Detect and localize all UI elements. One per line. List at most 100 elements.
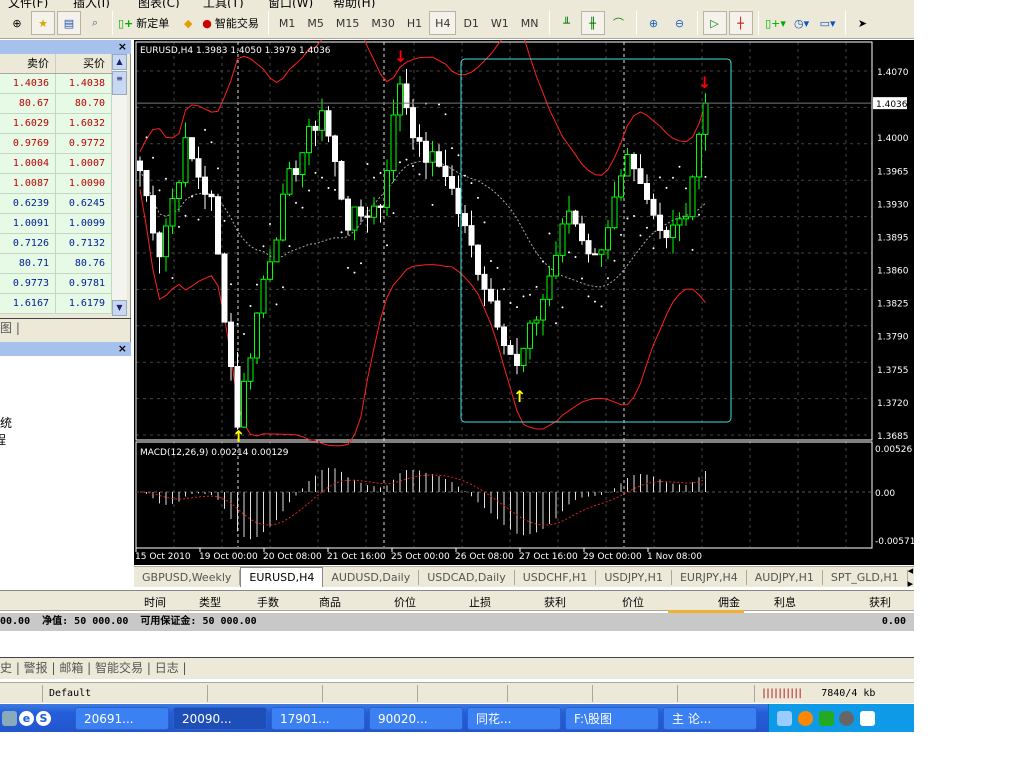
column-header[interactable]: 获利 — [544, 594, 566, 610]
menu-item[interactable]: 帮助(H) — [333, 0, 375, 8]
new-order-button[interactable]: ▯+ 新定单 — [118, 11, 169, 35]
scroll-thumb[interactable]: ≡ — [112, 71, 127, 95]
close-icon[interactable]: × — [118, 342, 127, 355]
taskbar-button[interactable]: 主 论... — [663, 706, 757, 730]
timeframe-m1[interactable]: M1 — [274, 11, 301, 35]
chart-tab[interactable]: AUDUSD,Daily — [323, 569, 420, 585]
quote-row[interactable]: 0.6239 0.6245 — [0, 194, 112, 214]
chart-tab[interactable]: SPT_GLD,H1 — [823, 569, 908, 585]
expert-advisors-button[interactable]: ● 智能交易 — [202, 11, 259, 35]
crosshair-icon[interactable]: ⊕ — [5, 11, 29, 35]
zoom-in-icon[interactable]: ⊕ — [642, 11, 666, 35]
navigator-item[interactable]: 程 — [0, 431, 6, 448]
market-watch-scrollbar[interactable]: ▲ ≡ ▼ — [112, 54, 127, 316]
quote-row[interactable]: 1.0091 1.0099 — [0, 214, 112, 234]
terminal-tabs[interactable]: 史 | 警报 | 邮箱 | 智能交易 | 日志 | — [0, 657, 914, 679]
timeframe-m15[interactable]: M15 — [331, 11, 365, 35]
app-tray-icon[interactable] — [860, 711, 876, 726]
s-browser-icon[interactable]: S — [36, 710, 51, 726]
quote-row[interactable]: 1.6029 1.6032 — [0, 114, 112, 134]
navigator-icon[interactable]: ⌕ — [83, 11, 107, 35]
quote-row[interactable]: 1.6167 1.6179 — [0, 294, 112, 314]
desktop-icon[interactable] — [2, 710, 17, 726]
chart-shift-icon[interactable]: ┼ — [728, 11, 753, 35]
column-header[interactable]: 获利 — [869, 594, 891, 610]
column-header[interactable]: 价位 — [394, 594, 416, 610]
taskbar-button[interactable]: 17901... — [271, 706, 365, 730]
taskbar-button[interactable]: 20691... — [75, 706, 169, 730]
favorites-folder-icon[interactable]: ★ — [31, 11, 55, 35]
timeframe-h1[interactable]: H1 — [402, 11, 427, 35]
column-header[interactable]: 手数 — [257, 594, 279, 610]
warning-icon[interactable]: ◆ — [176, 11, 200, 35]
quote-row[interactable]: 1.4036 1.4038 — [0, 74, 112, 94]
line-chart-icon[interactable]: ⌒ — [607, 11, 631, 35]
chart-tab[interactable]: EURUSD,H4 — [240, 567, 324, 587]
menu-item[interactable]: 插入(I) — [73, 0, 110, 8]
chart-tab[interactable]: AUDJPY,H1 — [747, 569, 823, 585]
column-bid[interactable]: 卖价 — [0, 54, 56, 73]
taskbar-button[interactable]: 20090... — [173, 706, 267, 730]
scroll-up-icon[interactable]: ▲ — [112, 54, 127, 70]
column-header[interactable]: 时间 — [144, 594, 166, 610]
network-icon[interactable] — [777, 711, 792, 726]
chart-tab[interactable]: GBPUSD,Weekly — [134, 569, 241, 585]
taskbar-button[interactable]: 同花... — [467, 706, 561, 730]
column-header[interactable]: 利息 — [774, 594, 796, 610]
zoom-out-icon[interactable]: ⊖ — [668, 11, 692, 35]
templates-icon[interactable]: ▭▾ — [816, 11, 840, 35]
column-header[interactable]: 商品 — [319, 594, 341, 610]
auto-scroll-icon[interactable]: ▷ — [702, 11, 727, 35]
quote-row[interactable]: 0.9769 0.9772 — [0, 134, 112, 154]
timeframe-m30[interactable]: M30 — [366, 11, 400, 35]
indicators-icon[interactable]: ▯+▾ — [764, 11, 788, 35]
chart-tab[interactable]: USDCHF,H1 — [515, 569, 597, 585]
chart-tab[interactable]: EURJPY,H4 — [672, 569, 747, 585]
navigator-item[interactable]: 统 — [0, 414, 12, 431]
menu-item[interactable]: 窗口(W) — [268, 0, 313, 8]
macd-tick: 0.00526 — [875, 445, 912, 455]
quote-row[interactable]: 0.7126 0.7132 — [0, 234, 112, 254]
market-watch-tabs[interactable]: 图 | — [0, 318, 131, 336]
security-shield-icon[interactable] — [818, 711, 834, 726]
menu-item[interactable]: 文件(F) — [8, 0, 48, 8]
quote-row[interactable]: 1.0004 1.0007 — [0, 154, 112, 174]
speaker-icon[interactable] — [839, 711, 855, 726]
column-header[interactable]: 类型 — [199, 594, 221, 610]
timeframe-d1[interactable]: D1 — [458, 11, 483, 35]
ie-icon[interactable]: e — [19, 710, 34, 726]
candlestick-chart-icon[interactable]: ╫ — [580, 11, 605, 35]
menu-item[interactable]: 工具(T) — [203, 0, 244, 8]
tab-scroll-arrows[interactable]: ◂ ▸ — [908, 564, 918, 590]
column-header[interactable]: 佣金 — [668, 594, 744, 613]
candle-body — [429, 151, 436, 163]
timeframe-m5[interactable]: M5 — [302, 11, 329, 35]
column-header[interactable]: 止损 — [469, 594, 491, 610]
clock[interactable]: 22:21 — [777, 739, 812, 753]
chart-window[interactable]: ↓ ↓ ↑ ↑ 1.4070 1.4000 1.3965 1.3930 1.3895 1.3860… — [134, 25, 915, 565]
scroll-down-icon[interactable]: ▼ — [112, 300, 127, 316]
bar-chart-icon[interactable]: ╨ — [555, 11, 579, 35]
menu-item[interactable]: 图表(C) — [138, 0, 180, 8]
timeframe-h4[interactable]: H4 — [429, 11, 457, 35]
timeframe-w1[interactable]: W1 — [486, 11, 514, 35]
qq-icon[interactable] — [797, 711, 813, 726]
quote-row[interactable]: 80.71 80.76 — [0, 254, 112, 274]
quote-row[interactable]: 1.0087 1.0090 — [0, 174, 112, 194]
price-chart[interactable]: ↓ ↓ ↑ ↑ 1.4070 1.4000 1.3965 1.3930 1.3895 1.3860… — [134, 25, 915, 565]
close-icon[interactable]: × — [118, 40, 127, 53]
chart-tab[interactable]: USDJPY,H1 — [596, 569, 672, 585]
periods-clock-icon[interactable]: ◷▾ — [790, 11, 814, 35]
market-watch-icon[interactable]: ▤ — [57, 11, 81, 35]
quote-row[interactable]: 0.9773 0.9781 — [0, 274, 112, 294]
column-ask[interactable]: 买价 — [56, 54, 112, 73]
taskbar-button[interactable]: F:\股图 — [565, 706, 659, 730]
timeframe-mn[interactable]: MN — [516, 11, 544, 35]
column-header[interactable]: 价位 — [622, 594, 644, 610]
chart-tab[interactable]: USDCAD,Daily — [419, 569, 515, 585]
ask-price: 1.6179 — [56, 294, 112, 313]
quote-row[interactable]: 80.67 80.70 — [0, 94, 112, 114]
taskbar-button[interactable]: 90020... — [369, 706, 463, 730]
cursor-icon[interactable]: ➤ — [851, 11, 875, 35]
status-bar: Default |||||||||| 7840/4 kb — [0, 682, 914, 703]
